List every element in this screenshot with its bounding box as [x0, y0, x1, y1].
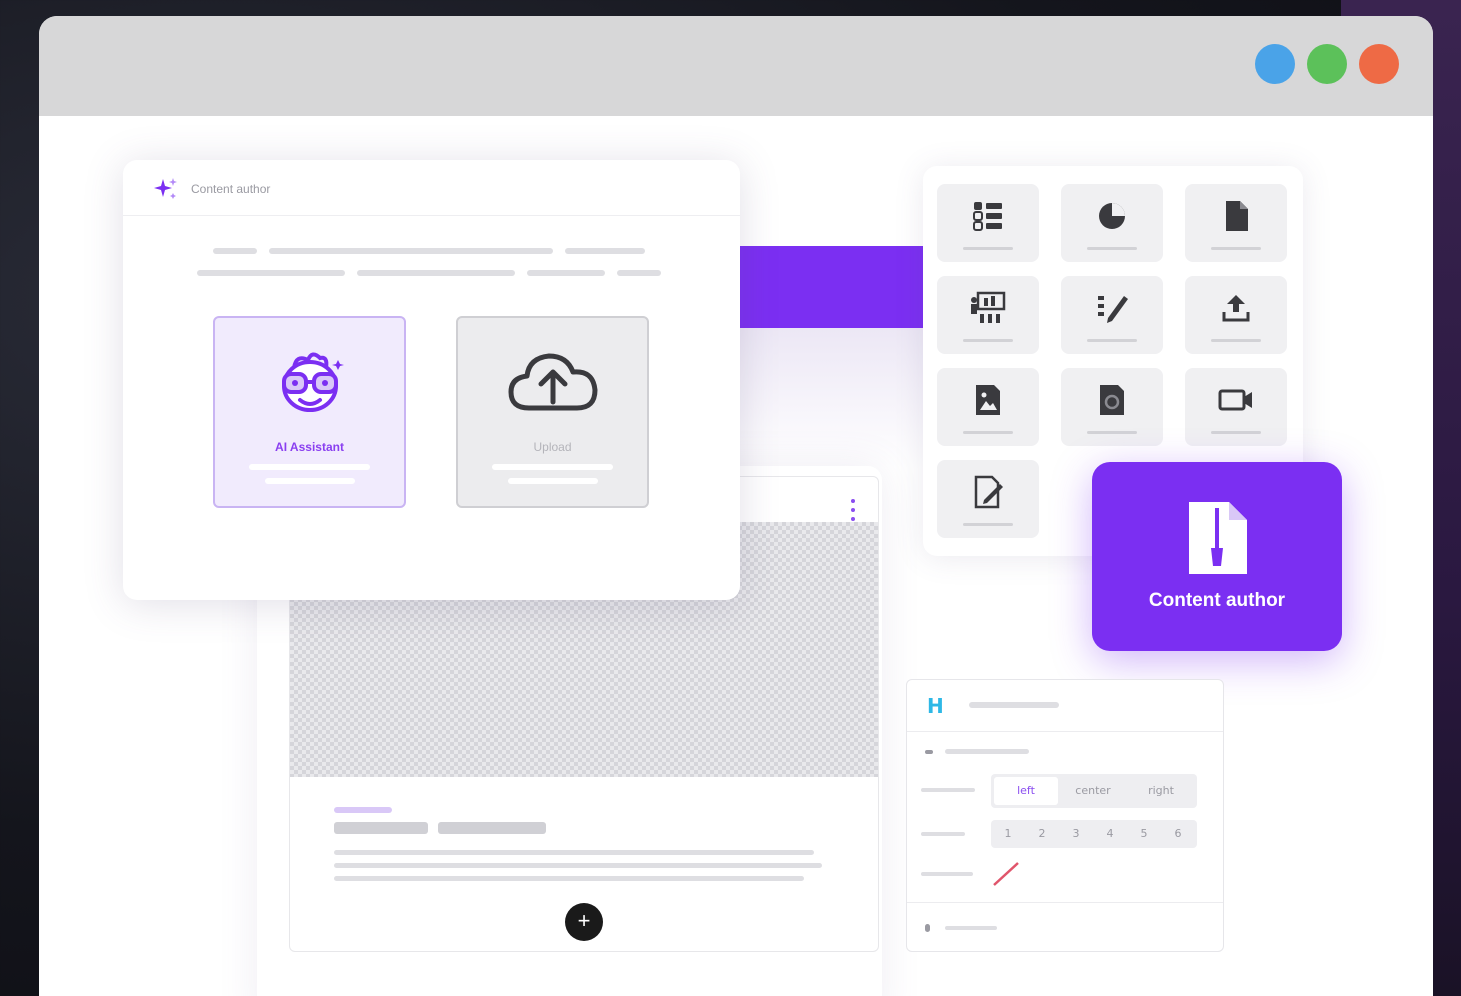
content-author-button[interactable]: Content author — [1092, 462, 1342, 651]
tool-edit-document[interactable] — [937, 460, 1039, 538]
placeholder-text-line — [945, 926, 997, 930]
canvas: + Content author AI Assistant Upload Con… — [39, 116, 1433, 996]
placeholder-bar — [249, 464, 370, 470]
align-left-option[interactable]: left — [994, 777, 1058, 805]
level-2-option[interactable]: 2 — [1025, 820, 1059, 848]
divider — [907, 902, 1223, 903]
level-6-option[interactable]: 6 — [1161, 820, 1195, 848]
placeholder-text-line — [921, 832, 965, 836]
collapse-icon[interactable] — [925, 750, 933, 754]
link-file-icon — [1100, 385, 1124, 415]
upload-icon — [1222, 295, 1250, 322]
presentation-icon — [971, 291, 1006, 323]
content-author-dialog: Content author AI Assistant Upload — [123, 160, 740, 600]
level-5-option[interactable]: 5 — [1127, 820, 1161, 848]
pie-chart-icon — [1099, 203, 1125, 229]
tool-list[interactable] — [937, 184, 1039, 262]
no-color-swatch-icon[interactable] — [990, 860, 1022, 888]
image-file-icon — [976, 385, 1000, 415]
align-center-option[interactable]: center — [1061, 774, 1125, 808]
placeholder-text-line — [334, 850, 814, 855]
placeholder-text-line — [969, 702, 1059, 708]
app-window: + Content author AI Assistant Upload Con… — [39, 16, 1433, 996]
placeholder-heading — [438, 822, 546, 834]
window-control-green[interactable] — [1307, 44, 1347, 84]
upload-label: Upload — [533, 440, 572, 454]
level-3-option[interactable]: 3 — [1059, 820, 1093, 848]
dialog-header: Content author — [123, 160, 740, 216]
alignment-segmented-control: left center right — [991, 774, 1197, 808]
placeholder-bar — [508, 478, 598, 484]
placeholder-text-line — [945, 749, 1029, 754]
placeholder-text-line — [334, 876, 804, 881]
tool-image[interactable] — [937, 368, 1039, 446]
placeholder-text-line — [269, 248, 553, 254]
placeholder-text-line — [921, 872, 973, 876]
placeholder-text-line — [565, 248, 645, 254]
window-control-blue[interactable] — [1255, 44, 1295, 84]
tool-link[interactable] — [1061, 368, 1163, 446]
tool-presentation[interactable] — [937, 276, 1039, 354]
list-icon — [973, 202, 1002, 231]
tool-upload[interactable] — [1185, 276, 1287, 354]
align-right-option[interactable]: right — [1129, 774, 1193, 808]
tool-document[interactable] — [1185, 184, 1287, 262]
document-icon — [1226, 201, 1248, 231]
placeholder-text-line — [921, 788, 975, 792]
level-1-option[interactable]: 1 — [991, 820, 1025, 848]
placeholder-bar — [265, 478, 355, 484]
window-control-red[interactable] — [1359, 44, 1399, 84]
placeholder-text-line — [357, 270, 515, 276]
ai-assistant-label: AI Assistant — [275, 440, 344, 454]
placeholder-text-line — [334, 863, 822, 868]
more-options-icon[interactable] — [850, 499, 856, 521]
placeholder-tag — [334, 807, 392, 813]
sparkle-icon — [154, 178, 177, 199]
content-author-label: Content author — [1148, 590, 1286, 611]
purple-banner — [729, 246, 924, 328]
dialog-title: Content author — [191, 182, 271, 196]
heading-properties-panel: H left center right 1 2 3 4 5 6 — [906, 679, 1224, 952]
upload-option[interactable]: Upload — [456, 316, 649, 508]
banner-fade — [729, 328, 924, 468]
video-icon — [1218, 389, 1252, 411]
robot-with-glasses-icon — [272, 346, 348, 427]
tool-edit[interactable] — [1061, 276, 1163, 354]
expand-icon[interactable] — [925, 924, 930, 932]
tool-chart[interactable] — [1061, 184, 1163, 262]
ai-assistant-option[interactable]: AI Assistant — [213, 316, 406, 508]
placeholder-text-line — [527, 270, 605, 276]
placeholder-text-line — [617, 270, 661, 276]
level-4-option[interactable]: 4 — [1093, 820, 1127, 848]
props-header: H — [907, 680, 1223, 732]
placeholder-heading — [334, 822, 428, 834]
heading-icon: H — [927, 694, 944, 718]
tool-video[interactable] — [1185, 368, 1287, 446]
placeholder-text-line — [213, 248, 257, 254]
add-block-button[interactable]: + — [565, 903, 603, 941]
edit-pen-icon — [1098, 296, 1128, 323]
cloud-upload-icon — [505, 346, 601, 421]
document-brush-icon — [1189, 502, 1247, 574]
title-bar — [39, 16, 1433, 116]
placeholder-bar — [492, 464, 613, 470]
heading-level-control: 1 2 3 4 5 6 — [991, 820, 1197, 848]
placeholder-text-line — [197, 270, 345, 276]
edit-document-icon — [974, 475, 1003, 509]
